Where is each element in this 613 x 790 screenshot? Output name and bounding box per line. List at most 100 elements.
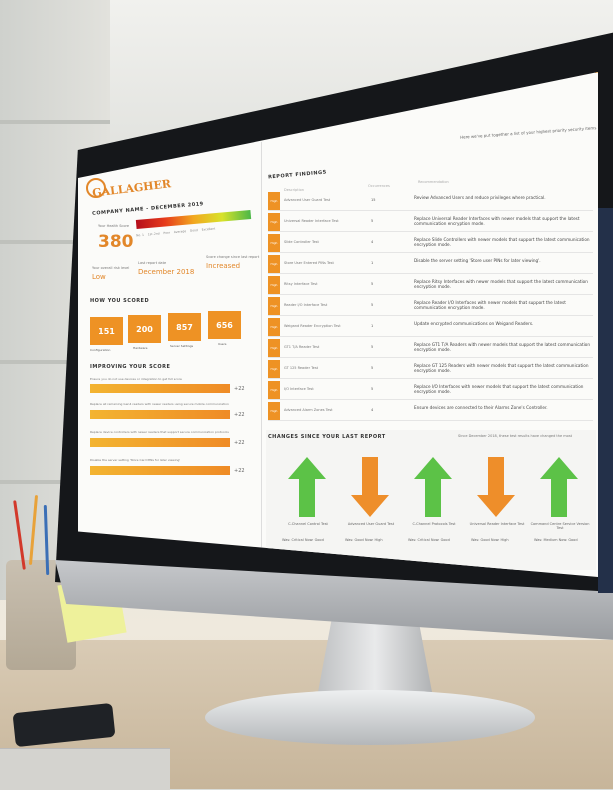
changes-heading: CHANGES SINCE YOUR LAST REPORT — [268, 434, 386, 440]
priority-badge: High — [268, 234, 280, 252]
table-row: High Store User Entered PINs Test 1 Disable… — [268, 255, 593, 274]
score-tile: 200 — [128, 315, 161, 343]
table-row: High Advanced User Guard Test 15 Review Adv… — [268, 192, 593, 211]
improve-points: +22 — [234, 468, 245, 474]
improve-item-text: Ensure you do not use devices or integra… — [90, 377, 182, 381]
finding-name: Advanced User Guard Test — [284, 198, 331, 202]
tile-label: Users — [218, 342, 227, 346]
finding-count: 15 — [371, 198, 376, 202]
table-row: High GT1 T/A Reader Test 5 Replace GT1 T/A … — [268, 339, 593, 358]
arrow-down-icon — [351, 457, 389, 517]
improve-points: +22 — [234, 386, 245, 392]
finding-name: Universal Reader Interface Test — [284, 219, 339, 223]
arrow-down-icon — [477, 457, 515, 517]
finding-count: 5 — [371, 282, 374, 286]
finding-name: I/O Interface Test — [284, 387, 314, 391]
finding-count: 4 — [371, 240, 374, 244]
tile-label: Hardware — [133, 346, 148, 350]
improve-bar — [90, 438, 230, 447]
score-tile: 151 — [90, 317, 123, 345]
finding-recommendation: Disable the server setting 'Store user P… — [414, 258, 541, 263]
change-status: Was: Medium Now: Good — [534, 538, 578, 542]
findings-heading: REPORT FINDINGS — [267, 169, 327, 181]
info-label: Your overall risk level — [92, 266, 130, 270]
change-status: Was: Critical Now: Good — [282, 538, 324, 542]
improve-points: +22 — [234, 412, 245, 418]
info-value: Low — [92, 273, 106, 281]
table-row: High Universal Reader Interface Test 5 Repl… — [268, 213, 593, 232]
finding-name: GT 125 Reader Test — [284, 366, 319, 370]
priority-badge: High — [268, 339, 280, 357]
change-label: C-Channel Control Test — [288, 522, 328, 526]
column-header: Recommendation — [418, 180, 449, 184]
finding-name: Advanced Alarm Zones Test — [284, 408, 333, 412]
finding-count: 5 — [371, 303, 374, 307]
finding-count: 5 — [371, 387, 374, 391]
change-label: Command Centre Service Version Test — [530, 522, 590, 530]
arrow-up-icon — [414, 457, 452, 517]
improve-item-text: Disable the server setting 'Store Card P… — [90, 458, 181, 462]
improve-points: +22 — [234, 440, 245, 446]
priority-badge: High — [268, 276, 280, 294]
table-row: High I/O Interface Test 5 Replace I/O Inter… — [268, 381, 593, 400]
score-gauge — [135, 210, 252, 229]
score-label: Your Health Score — [98, 224, 129, 228]
finding-recommendation: Replace GT1 T/A Readers with newer model… — [414, 342, 591, 352]
priority-badge: High — [268, 255, 280, 273]
navy-accent-band — [598, 208, 613, 593]
table-row: High Advanced Alarm Zones Test 4 Ensure dev… — [268, 402, 593, 421]
finding-name: Store User Entered PINs Test — [284, 261, 334, 265]
arrow-up-icon — [540, 457, 578, 517]
health-score: 380 — [98, 232, 134, 252]
priority-badge: High — [268, 318, 280, 336]
table-row: High Ritsy Interface Test 5 Replace Ritsy I… — [268, 276, 593, 295]
finding-recommendation: Replace Ritsy Interfaces with newer mode… — [414, 279, 588, 289]
finding-name: Weigand Reader Encryption Test — [284, 324, 341, 328]
priority-badge: High — [268, 192, 280, 210]
finding-recommendation: Replace GT 125 Readers with newer models… — [414, 363, 589, 373]
finding-recommendation: Ensure devices are connected to their Al… — [414, 405, 548, 410]
how-scored-heading: HOW YOU SCORED — [90, 298, 150, 304]
finding-name: GT1 T/A Reader Test — [284, 345, 320, 349]
info-value: December 2018 — [138, 268, 195, 276]
improve-bar — [90, 410, 230, 419]
monitor-base — [205, 690, 535, 745]
change-label: Universal Reader Interface Test — [469, 522, 525, 526]
keyboard — [0, 748, 170, 790]
priority-badge: High — [268, 360, 280, 378]
finding-recommendation: Replace I/O Interfaces with newer models… — [414, 384, 584, 394]
finding-count: 5 — [371, 345, 374, 349]
score-tile: 857 — [168, 313, 201, 341]
improving-heading: IMPROVING YOUR SCORE — [90, 364, 171, 370]
table-row: High GT 125 Reader Test 5 Replace GT 125 Re… — [268, 360, 593, 379]
priority-badge: High — [268, 297, 280, 315]
change-label: Advanced User Guard Test — [347, 522, 395, 526]
table-row: High Reader I/O Interface Test 5 Replace Re… — [268, 297, 593, 316]
improve-bar — [90, 384, 230, 393]
table-row: High Slide Controller Test 4 Replace Slide … — [268, 234, 593, 253]
finding-recommendation: Replace Universal Reader Interfaces with… — [414, 216, 580, 226]
change-status: Was: Critical Now: Good — [408, 538, 450, 542]
finding-recommendation: Replace Slide Controllers with newer mod… — [414, 237, 590, 247]
priority-badge: High — [268, 402, 280, 420]
improve-item-text: Replace all remaining Gen4 readers with … — [90, 402, 229, 406]
info-label: Last report date — [138, 261, 167, 265]
changes-note: Since December 2018, these test results … — [458, 434, 573, 438]
finding-recommendation: Review Advanced Users and reduce privile… — [414, 195, 546, 200]
improve-bar — [90, 466, 230, 475]
change-status: Was: Good Now: High — [345, 538, 383, 542]
gauge-ticks: No. 1 1st–2nd Poor Average Good Excellen… — [135, 226, 216, 238]
finding-count: 5 — [371, 366, 374, 370]
score-tile: 656 — [208, 311, 241, 339]
report-intro: Here we've put together a list of your h… — [459, 125, 597, 140]
priority-badge: High — [268, 213, 280, 231]
finding-name: Ritsy Interface Test — [284, 282, 318, 286]
arrow-up-icon — [288, 457, 326, 517]
finding-count: 1 — [371, 324, 374, 328]
change-label: C-Channel Protocols Test — [412, 522, 456, 526]
table-row: High Weigand Reader Encryption Test 1 Updat… — [268, 318, 593, 337]
improve-item-text: Replace device controllers with newer re… — [90, 430, 229, 434]
tile-label: Server Settings — [170, 344, 194, 348]
column-divider — [261, 142, 262, 577]
finding-name: Reader I/O Interface Test — [284, 303, 328, 307]
